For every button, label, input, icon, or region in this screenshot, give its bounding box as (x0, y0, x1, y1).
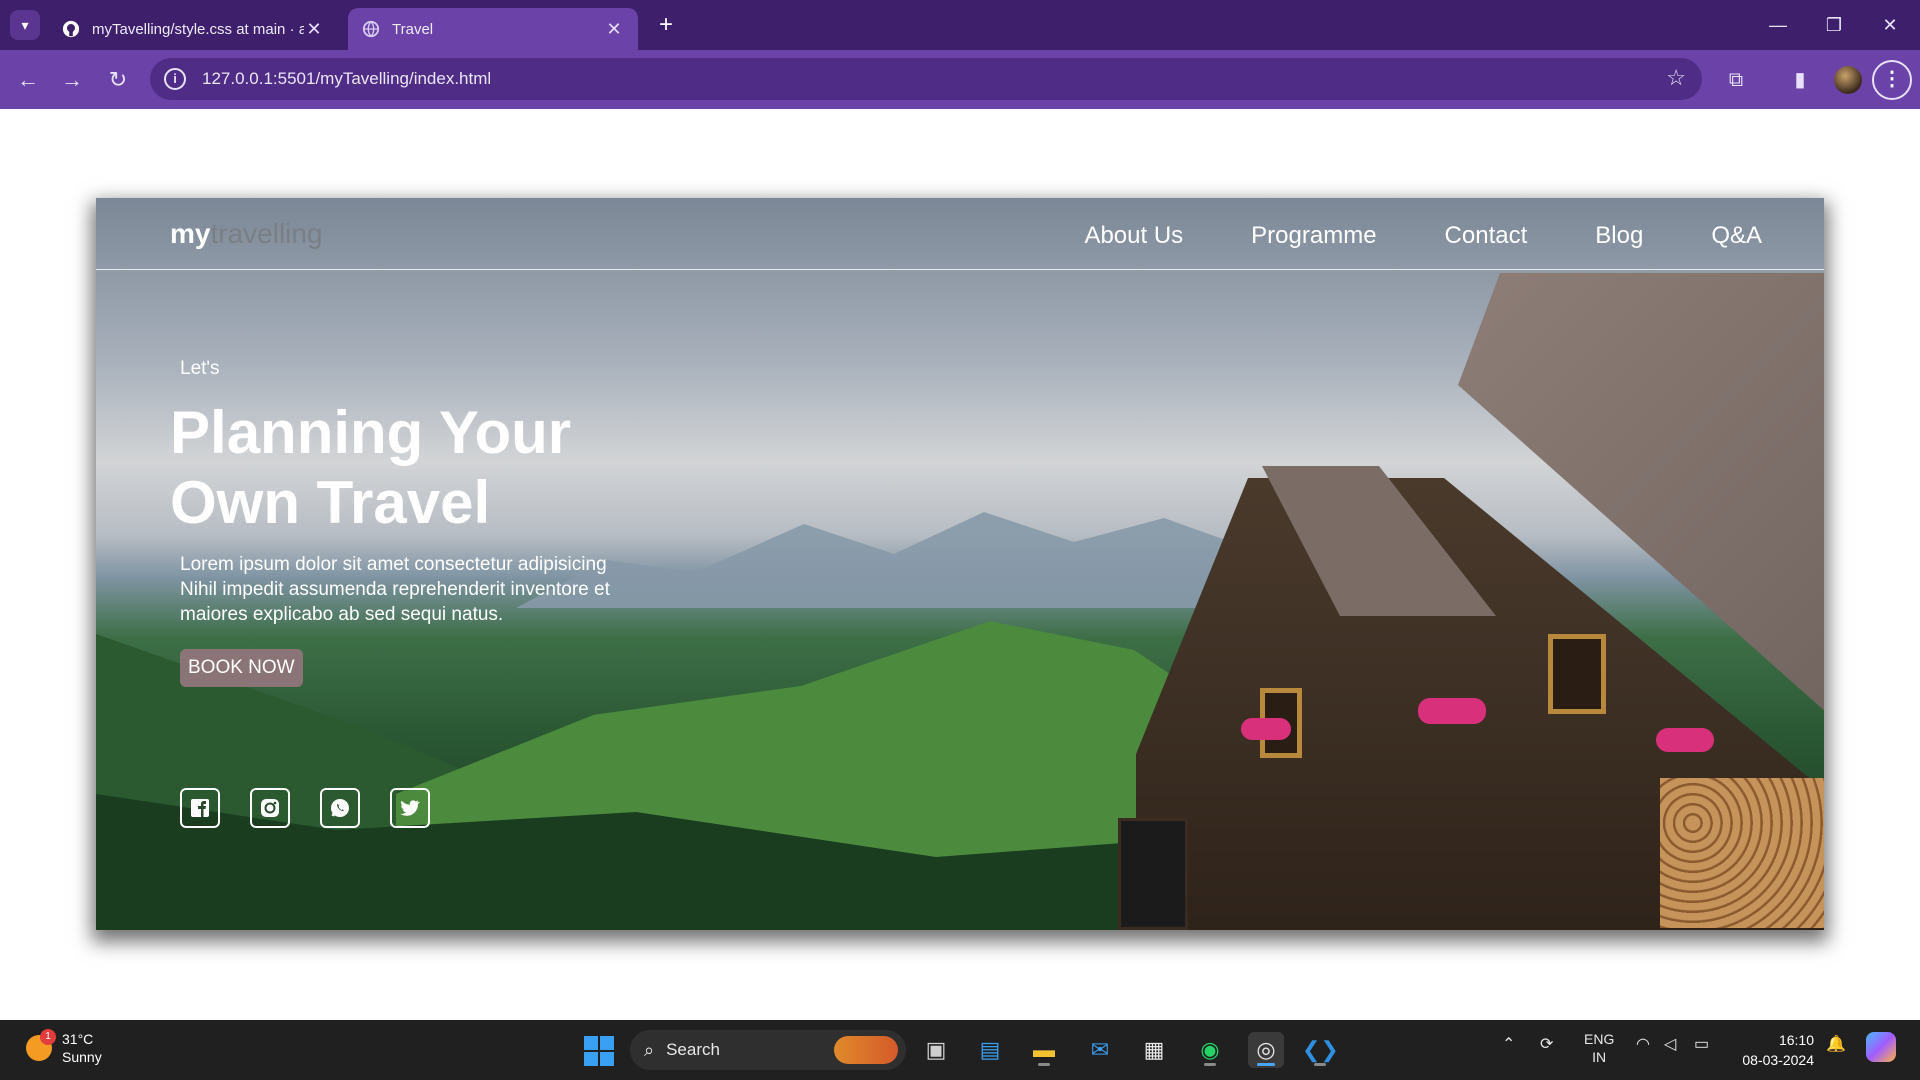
window-close-icon[interactable]: ✕ (1870, 10, 1910, 40)
bell-icon[interactable]: 🔔 (1826, 1034, 1846, 1054)
facebook-icon[interactable] (180, 788, 220, 828)
weather-desc: Sunny (62, 1049, 102, 1065)
address-bar[interactable]: i 127.0.0.1:5501/myTavelling/index.html … (150, 58, 1702, 100)
taskbar: 1 31°C Sunny ⌕ Search ▣ ▤ ▬ ✉ ▦ ◉ ◎ ❮❯ ⌃… (0, 1020, 1920, 1080)
site-navbar: mytravelling About Us Programme Contact … (96, 198, 1824, 270)
taskbar-clock[interactable]: 16:10 08-03-2024 (1740, 1030, 1814, 1070)
instagram-icon[interactable] (250, 788, 290, 828)
tab-title: myTavelling/style.css at main · a (92, 20, 304, 38)
vscode-icon[interactable]: ❮❯ (1302, 1032, 1339, 1068)
logo-bold: my (170, 218, 211, 249)
search-label: Search (666, 1040, 720, 1059)
nav-qa[interactable]: Q&A (1711, 222, 1762, 250)
chrome-icon[interactable]: ◎ (1248, 1032, 1284, 1068)
nav-links: About Us Programme Contact Blog Q&A (1084, 222, 1762, 250)
flower-box (1656, 728, 1714, 752)
new-tab-button[interactable]: + (652, 12, 680, 40)
hero-section: mytravelling About Us Programme Contact … (96, 198, 1824, 930)
sun-icon: 1 (26, 1029, 56, 1061)
side-panel-icon[interactable]: ▮ (1782, 62, 1818, 98)
nav-contact[interactable]: Contact (1445, 222, 1528, 250)
reload-icon[interactable]: ↻ (102, 64, 134, 96)
whatsapp-icon[interactable] (320, 788, 360, 828)
twitter-icon[interactable] (390, 788, 430, 828)
tab-travel[interactable]: Travel ✕ (348, 8, 638, 50)
sync-icon[interactable]: ⟳ (1540, 1034, 1553, 1054)
hero-description: Lorem ipsum dolor sit amet consectetur a… (180, 554, 610, 625)
weather-widget[interactable]: 1 31°C Sunny (26, 1029, 102, 1066)
nav-about-us[interactable]: About Us (1084, 222, 1183, 250)
forward-arrow-icon[interactable]: → (56, 64, 88, 96)
tab-github[interactable]: myTavelling/style.css at main · a ✕ (48, 8, 338, 50)
windows-start-icon[interactable] (584, 1036, 614, 1066)
microsoft-store-icon[interactable]: ▦ (1136, 1032, 1172, 1068)
whatsapp-app-icon[interactable]: ◉ (1192, 1032, 1228, 1068)
hero-kicker: Let's (180, 358, 220, 379)
logo-rest: travelling (210, 218, 323, 249)
clock-date: 08-03-2024 (1742, 1052, 1814, 1068)
tab-search-button[interactable]: ▾ (10, 10, 40, 40)
search-highlight-image (834, 1036, 898, 1064)
nav-programme[interactable]: Programme (1251, 222, 1376, 250)
volume-icon[interactable]: ◁ (1664, 1034, 1676, 1054)
taskbar-search[interactable]: ⌕ Search (630, 1030, 906, 1070)
weather-temp: 31°C (62, 1031, 94, 1047)
browser-tab-bar: ▾ myTavelling/style.css at main · a ✕ Tr… (0, 0, 1920, 50)
back-arrow-icon[interactable]: ← (12, 64, 44, 96)
bookmark-star-icon[interactable]: ☆ (1666, 65, 1686, 91)
globe-icon (362, 20, 380, 38)
headline-line-2: Own Travel (170, 469, 491, 536)
battery-icon[interactable]: ▭ (1694, 1034, 1709, 1054)
social-links (180, 788, 430, 828)
chevron-down-icon: ▾ (21, 16, 29, 33)
notepad-icon[interactable]: ▤ (972, 1032, 1008, 1068)
clock-time: 16:10 (1778, 1032, 1814, 1048)
browser-menu-icon[interactable]: ⋮ (1872, 60, 1912, 100)
hut-window (1548, 634, 1606, 714)
close-icon[interactable]: ✕ (304, 19, 324, 40)
hero-headline: Planning Your Own Travel (170, 398, 690, 538)
site-logo[interactable]: mytravelling (170, 218, 323, 250)
url-text[interactable]: 127.0.0.1:5501/myTavelling/index.html (202, 69, 491, 89)
headline-line-1: Planning Your (170, 399, 572, 466)
close-icon[interactable]: ✕ (604, 19, 624, 40)
profile-avatar[interactable] (1834, 66, 1862, 94)
wifi-icon[interactable]: ◠ (1636, 1034, 1650, 1054)
tab-title: Travel (392, 20, 434, 38)
browser-toolbar: ← → ↻ i 127.0.0.1:5501/myTavelling/index… (0, 50, 1920, 109)
extensions-icon[interactable]: ⧉ (1718, 62, 1754, 98)
notification-badge: 1 (40, 1029, 56, 1045)
book-now-button[interactable]: BOOK NOW (180, 649, 303, 687)
language-indicator[interactable]: ENG IN (1584, 1030, 1614, 1066)
flower-box (1418, 698, 1486, 724)
site-info-icon[interactable]: i (164, 68, 186, 90)
mail-icon[interactable]: ✉ (1082, 1032, 1118, 1068)
lang-top: ENG (1584, 1031, 1615, 1047)
flower-box (1241, 718, 1291, 740)
search-icon: ⌕ (644, 1039, 655, 1060)
github-icon (62, 20, 80, 38)
woodpile (1660, 778, 1824, 928)
restore-icon[interactable]: ❐ (1814, 10, 1854, 40)
file-explorer-icon[interactable]: ▬ (1026, 1032, 1062, 1068)
minimize-icon[interactable]: — (1758, 10, 1798, 40)
hero-content: Let's Planning Your Own Travel Lorem ips… (170, 358, 690, 687)
task-view-icon[interactable]: ▣ (918, 1032, 954, 1068)
chalkboard-sign (1118, 818, 1188, 930)
lang-bottom: IN (1592, 1049, 1607, 1065)
chevron-up-icon[interactable]: ⌃ (1502, 1034, 1515, 1054)
nav-blog[interactable]: Blog (1595, 222, 1643, 250)
weather-text: 31°C Sunny (62, 1030, 102, 1066)
copilot-icon[interactable] (1866, 1032, 1896, 1062)
